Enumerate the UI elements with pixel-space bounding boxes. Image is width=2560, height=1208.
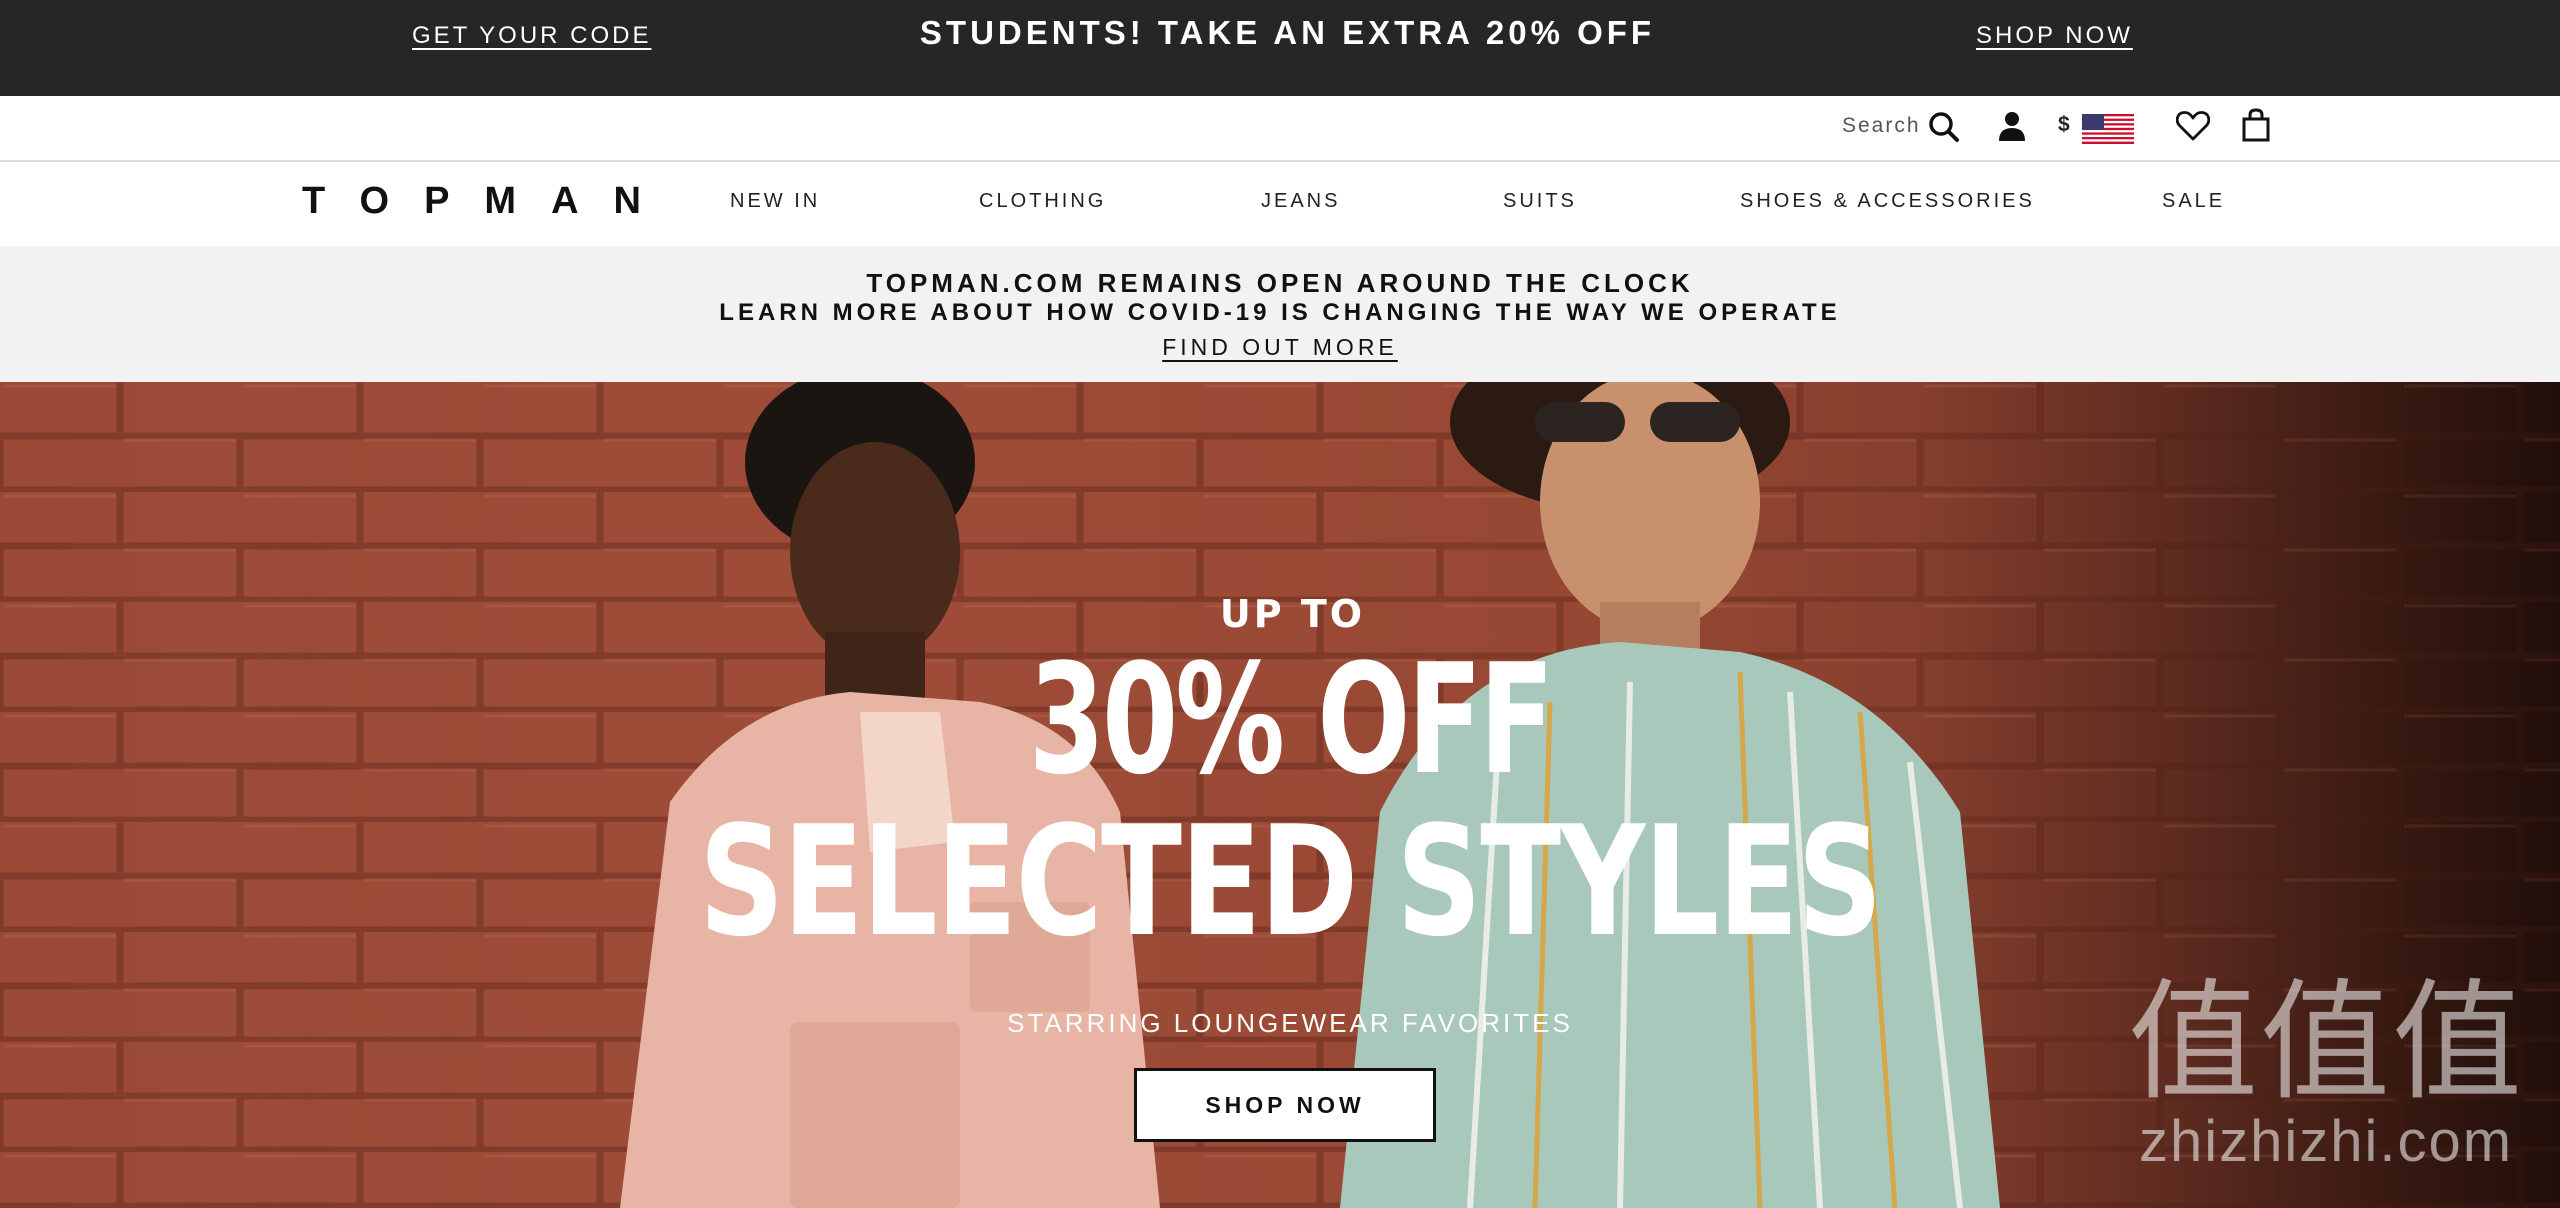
nav-item-clothing[interactable]: CLOTHING (979, 190, 1106, 213)
nav-item-suits[interactable]: SUITS (1503, 190, 1577, 213)
us-flag-icon[interactable] (2082, 114, 2134, 144)
hero-title-line-2: SELECTED STYLES (698, 793, 1883, 970)
watermark: 值值值 zhizhizhi.com (2128, 972, 2524, 1175)
search-input[interactable]: Search (1842, 114, 1921, 138)
promo-headline: STUDENTS! TAKE AN EXTRA 20% OFF (919, 14, 1656, 51)
wishlist-heart-icon[interactable] (2176, 110, 2210, 142)
nav-item-new-in[interactable]: NEW IN (730, 190, 820, 213)
hero-banner[interactable]: UP TO 30% OFF SELECTED STYLES STARRING L… (0, 382, 2560, 1208)
covid-notice: TOPMAN.COM REMAINS OPEN AROUND THE CLOCK… (0, 246, 2560, 382)
notice-line-1: TOPMAN.COM REMAINS OPEN AROUND THE CLOCK (866, 268, 1694, 298)
main-nav: TOPMAN NEW IN CLOTHING JEANS SUITS SHOES… (0, 162, 2560, 246)
currency-symbol[interactable]: $ (2058, 113, 2070, 137)
shopping-bag-icon[interactable] (2242, 108, 2270, 142)
watermark-domain: zhizhizhi.com (2138, 1109, 2514, 1174)
find-out-more-link[interactable]: FIND OUT MORE (0, 334, 2560, 361)
utility-bar: Search $ (0, 96, 2560, 162)
hero-pre-title: UP TO (1219, 592, 1366, 636)
hero-shop-now-button[interactable]: SHOP NOW (1134, 1068, 1436, 1142)
promo-bar: GET YOUR CODE STUDENTS! TAKE AN EXTRA 20… (0, 0, 2560, 96)
topman-logo[interactable]: TOPMAN (302, 180, 676, 223)
hero-title-line-1: 30% OFF (1028, 631, 1554, 808)
nav-item-shoes-accessories[interactable]: SHOES & ACCESSORIES (1740, 190, 2035, 213)
account-icon[interactable] (1998, 110, 2026, 142)
watermark-logo-text: 值值值 (2128, 966, 2525, 1118)
promo-shop-now-link[interactable]: SHOP NOW (1976, 22, 2133, 50)
notice-line-2: LEARN MORE ABOUT HOW COVID-19 IS CHANGIN… (719, 299, 1841, 326)
nav-item-sale[interactable]: SALE (2162, 190, 2225, 213)
nav-item-jeans[interactable]: JEANS (1261, 190, 1340, 213)
search-icon[interactable] (1928, 111, 1960, 143)
